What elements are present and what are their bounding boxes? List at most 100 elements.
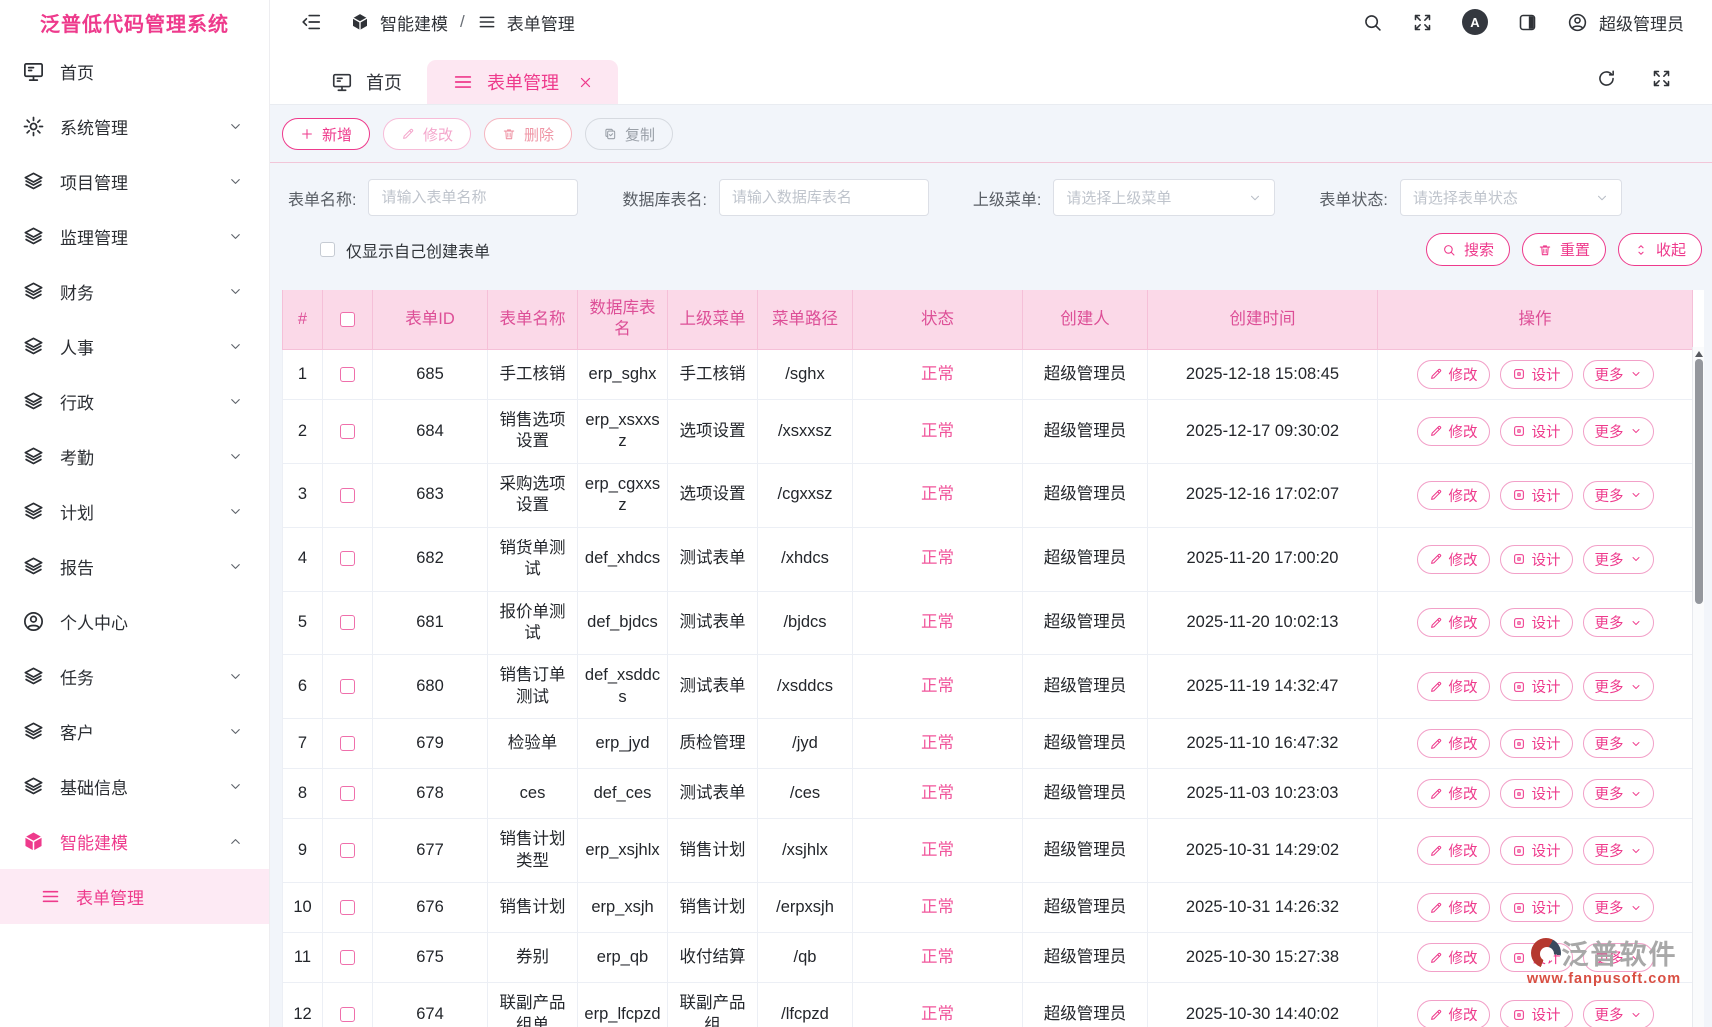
row-design-button[interactable]: 设计 — [1500, 1000, 1573, 1027]
cell-select[interactable] — [323, 883, 373, 933]
row-edit-button[interactable]: 修改 — [1417, 893, 1490, 922]
row-more-button[interactable]: 更多 — [1583, 779, 1654, 808]
cell-select[interactable] — [323, 399, 373, 463]
theme-icon[interactable] — [1517, 12, 1538, 33]
cell-select[interactable] — [323, 769, 373, 819]
form-status-select[interactable]: 请选择表单状态 — [1400, 179, 1622, 216]
delete-button[interactable]: 删除 — [484, 118, 572, 150]
sidebar-item-4[interactable]: 财务 — [0, 264, 269, 319]
row-design-button[interactable]: 设计 — [1500, 779, 1573, 808]
sidebar-item-8[interactable]: 计划 — [0, 484, 269, 539]
row-design-button[interactable]: 设计 — [1500, 893, 1573, 922]
sidebar-item-11[interactable]: 任务 — [0, 649, 269, 704]
row-design-button[interactable]: 设计 — [1500, 360, 1573, 389]
scrollbar-thumb[interactable] — [1695, 359, 1703, 604]
row-checkbox[interactable] — [340, 843, 355, 858]
sidebar-subitem-form-management[interactable]: 表单管理 — [0, 869, 269, 924]
row-checkbox[interactable] — [340, 736, 355, 751]
sidebar-item-0[interactable]: 首页 — [0, 44, 269, 99]
row-checkbox[interactable] — [340, 1007, 355, 1022]
user-menu[interactable]: 超级管理员 — [1567, 10, 1684, 35]
cell-select[interactable] — [323, 655, 373, 719]
row-edit-button[interactable]: 修改 — [1417, 608, 1490, 637]
row-edit-button[interactable]: 修改 — [1417, 1000, 1490, 1027]
sidebar-item-3[interactable]: 监理管理 — [0, 209, 269, 264]
row-edit-button[interactable]: 修改 — [1417, 417, 1490, 446]
row-edit-button[interactable]: 修改 — [1417, 836, 1490, 865]
cell-select[interactable] — [323, 591, 373, 655]
tab-home[interactable]: 首页 — [306, 60, 427, 104]
search-icon[interactable] — [1362, 12, 1383, 33]
row-more-button[interactable]: 更多 — [1583, 836, 1654, 865]
only-mine-checkbox[interactable] — [320, 242, 335, 257]
row-design-button[interactable]: 设计 — [1500, 608, 1573, 637]
sidebar-item-12[interactable]: 客户 — [0, 704, 269, 759]
fullscreen-icon[interactable] — [1412, 12, 1433, 33]
close-tab-icon[interactable] — [578, 75, 593, 90]
copy-button[interactable]: 复制 — [585, 118, 673, 150]
tab-form-management[interactable]: 表单管理 — [427, 60, 618, 104]
cell-select[interactable] — [323, 719, 373, 769]
row-checkbox[interactable] — [340, 679, 355, 694]
row-checkbox[interactable] — [340, 900, 355, 915]
sidebar-item-1[interactable]: 系统管理 — [0, 99, 269, 154]
sidebar-collapse-icon[interactable] — [300, 11, 322, 33]
sidebar-item-7[interactable]: 考勤 — [0, 429, 269, 484]
row-design-button[interactable]: 设计 — [1500, 545, 1573, 574]
env-badge[interactable]: A — [1462, 9, 1488, 35]
table-scrollbar[interactable] — [1692, 347, 1704, 1027]
sidebar-item-10[interactable]: 个人中心 — [0, 594, 269, 649]
row-edit-button[interactable]: 修改 — [1417, 545, 1490, 574]
row-more-button[interactable]: 更多 — [1583, 1000, 1654, 1027]
row-design-button[interactable]: 设计 — [1500, 481, 1573, 510]
row-edit-button[interactable]: 修改 — [1417, 729, 1490, 758]
row-checkbox[interactable] — [340, 424, 355, 439]
fullscreen-content-icon[interactable] — [1651, 68, 1672, 89]
row-checkbox[interactable] — [340, 551, 355, 566]
sidebar-item-5[interactable]: 人事 — [0, 319, 269, 374]
select-all-checkbox[interactable] — [340, 312, 355, 327]
row-design-button[interactable]: 设计 — [1500, 836, 1573, 865]
row-edit-button[interactable]: 修改 — [1417, 481, 1490, 510]
row-design-button[interactable]: 设计 — [1500, 943, 1573, 972]
row-checkbox[interactable] — [340, 950, 355, 965]
sidebar-item-2[interactable]: 项目管理 — [0, 154, 269, 209]
breadcrumb-level1[interactable]: 智能建模 — [380, 10, 448, 35]
row-design-button[interactable]: 设计 — [1500, 417, 1573, 446]
refresh-icon[interactable] — [1596, 68, 1617, 89]
sidebar-item-9[interactable]: 报告 — [0, 539, 269, 594]
row-checkbox[interactable] — [340, 367, 355, 382]
row-more-button[interactable]: 更多 — [1583, 893, 1654, 922]
row-more-button[interactable]: 更多 — [1583, 943, 1654, 972]
sidebar-item-13[interactable]: 基础信息 — [0, 759, 269, 814]
cell-select[interactable] — [323, 349, 373, 399]
row-checkbox[interactable] — [340, 615, 355, 630]
cell-select[interactable] — [323, 527, 373, 591]
row-design-button[interactable]: 设计 — [1500, 729, 1573, 758]
scroll-up-arrow[interactable] — [1695, 351, 1703, 357]
row-checkbox[interactable] — [340, 488, 355, 503]
only-mine-checkbox-group[interactable]: 仅显示自己创建表单 — [320, 238, 490, 262]
header-select-all[interactable] — [323, 290, 373, 349]
row-edit-button[interactable]: 修改 — [1417, 672, 1490, 701]
edit-button[interactable]: 修改 — [383, 118, 471, 150]
row-more-button[interactable]: 更多 — [1583, 360, 1654, 389]
row-edit-button[interactable]: 修改 — [1417, 779, 1490, 808]
sidebar-item-14[interactable]: 智能建模 — [0, 814, 269, 869]
row-checkbox[interactable] — [340, 786, 355, 801]
sidebar-item-6[interactable]: 行政 — [0, 374, 269, 429]
cell-select[interactable] — [323, 819, 373, 883]
row-edit-button[interactable]: 修改 — [1417, 360, 1490, 389]
row-more-button[interactable]: 更多 — [1583, 608, 1654, 637]
row-design-button[interactable]: 设计 — [1500, 672, 1573, 701]
search-button[interactable]: 搜索 — [1426, 233, 1510, 266]
reset-button[interactable]: 重置 — [1522, 233, 1606, 266]
cell-select[interactable] — [323, 463, 373, 527]
row-more-button[interactable]: 更多 — [1583, 545, 1654, 574]
row-more-button[interactable]: 更多 — [1583, 672, 1654, 701]
row-more-button[interactable]: 更多 — [1583, 729, 1654, 758]
breadcrumb-level2[interactable]: 表单管理 — [507, 10, 575, 35]
parent-menu-select[interactable]: 请选择上级菜单 — [1053, 179, 1275, 216]
collapse-filters-button[interactable]: 收起 — [1618, 233, 1702, 266]
row-edit-button[interactable]: 修改 — [1417, 943, 1490, 972]
